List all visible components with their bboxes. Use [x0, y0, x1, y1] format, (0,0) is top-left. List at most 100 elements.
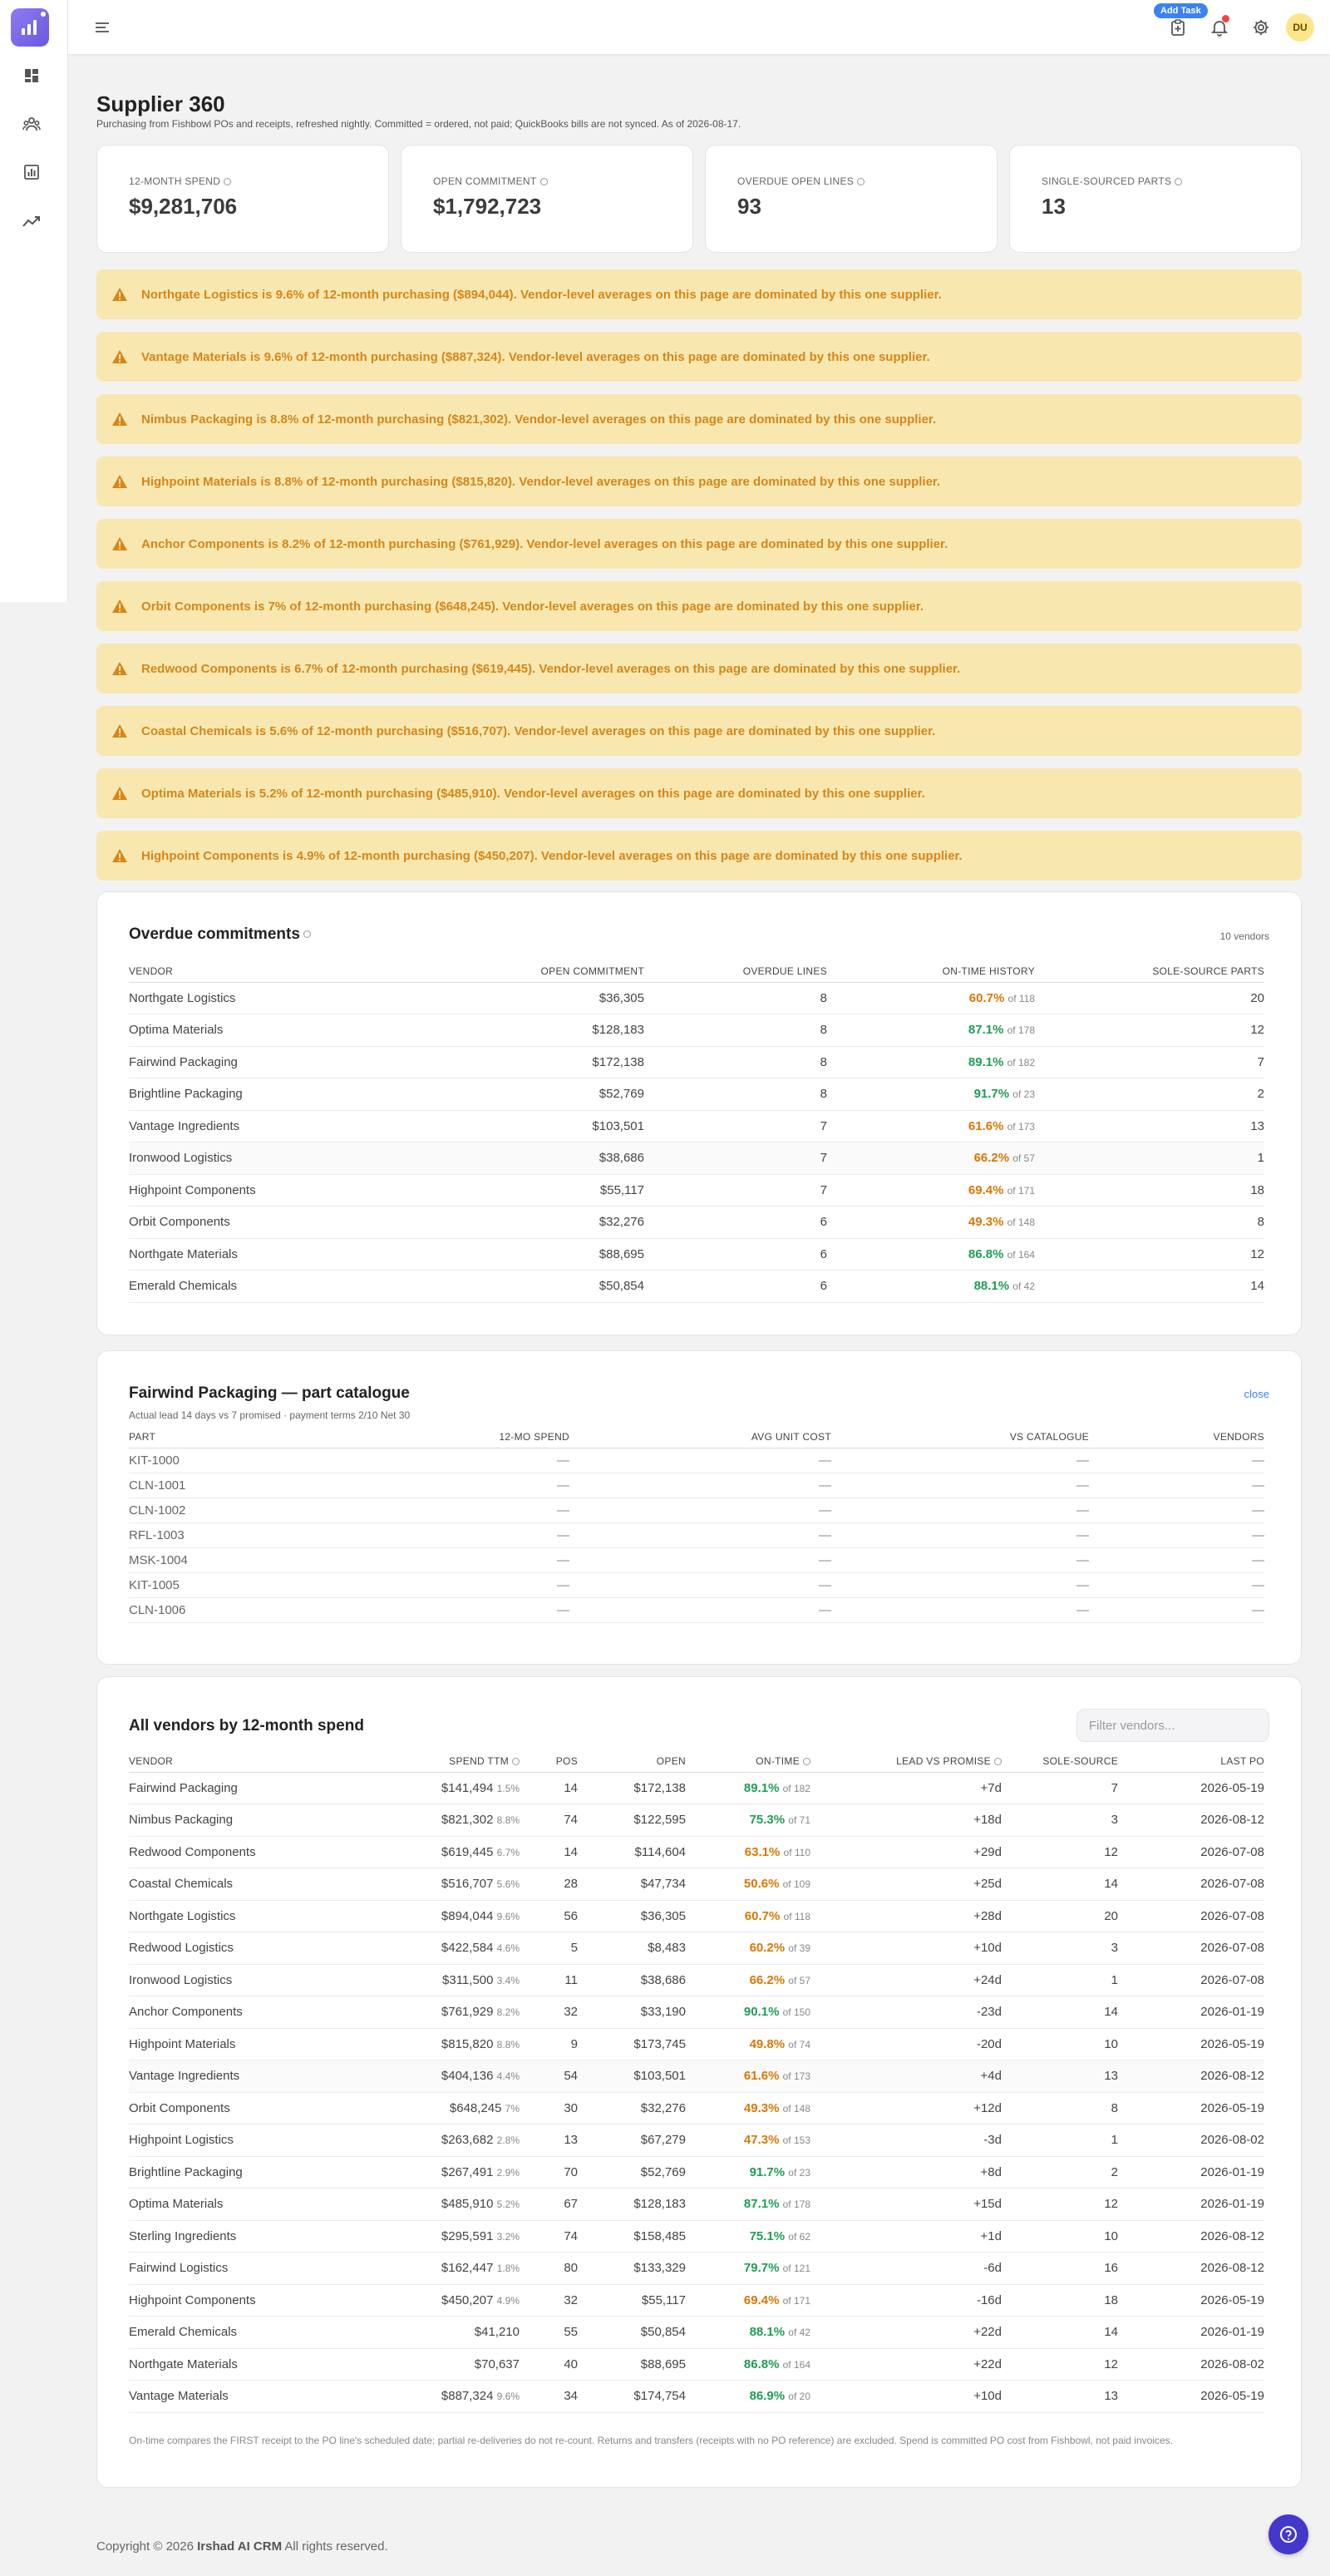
table-row[interactable]: Northgate Logistics $894,044 9.6% 56 $36,30… [129, 1900, 1264, 1932]
vendor-name[interactable]: Highpoint Components [129, 1174, 395, 1207]
dashboard-icon[interactable] [22, 66, 42, 86]
col-sole-source-parts[interactable]: SOLE-SOURCE PARTS [1035, 960, 1264, 983]
spend-ttm: $516,707 5.6% [337, 1868, 520, 1901]
vendor-name[interactable]: Optima Materials [129, 1014, 395, 1047]
vendor-name[interactable]: Orbit Components [129, 2092, 337, 2124]
table-row[interactable]: Orbit Components $32,276 6 49.3% of 148 8 [129, 1206, 1264, 1239]
sole-source: 14 [1002, 1996, 1118, 2029]
table-row[interactable]: Redwood Components $619,445 6.7% 14 $114,60… [129, 1836, 1264, 1868]
table-row[interactable]: Optima Materials $485,910 5.2% 67 $128,183 8… [129, 2188, 1264, 2221]
info-icon[interactable] [224, 178, 232, 186]
vendor-name[interactable]: Highpoint Materials [129, 2028, 337, 2060]
on-time-pct: 88.1% [973, 1279, 1010, 1294]
table-row[interactable]: Redwood Logistics $422,584 4.6% 5 $8,483 60.… [129, 1932, 1264, 1965]
vendor-name[interactable]: Fairwind Packaging [129, 1772, 337, 1804]
table-row[interactable]: Highpoint Components $55,117 7 69.4% of 171… [129, 1174, 1264, 1207]
trend-icon[interactable] [22, 211, 42, 231]
info-icon[interactable] [1175, 178, 1183, 186]
info-icon[interactable] [539, 178, 548, 186]
app-logo[interactable] [11, 8, 49, 47]
table-row[interactable]: Brightline Packaging $267,491 2.9% 70 $52,7… [129, 2156, 1264, 2189]
vendor-name[interactable]: Highpoint Logistics [129, 2124, 337, 2157]
info-icon[interactable] [512, 1757, 520, 1765]
table-row[interactable]: Vantage Ingredients $404,136 4.4% 54 $103,5… [129, 2060, 1264, 2093]
table-row[interactable]: Fairwind Packaging $141,494 1.5% 14 $172,13… [129, 1772, 1264, 1804]
vendor-name[interactable]: Northgate Materials [129, 2348, 337, 2381]
col-vendor[interactable]: VENDOR [129, 960, 395, 983]
methodology-footnote: On-time compares the FIRST receipt to th… [129, 2435, 1173, 2446]
menu-toggle-icon[interactable] [93, 18, 111, 37]
table-row[interactable]: Nimbus Packaging $821,302 8.8% 74 $122,595 7… [129, 1804, 1264, 1837]
table-row[interactable]: Northgate Materials $88,695 6 86.8% of 164 1… [129, 1238, 1264, 1271]
vendor-name[interactable]: Optima Materials [129, 2188, 337, 2221]
add-task-icon[interactable] [1167, 17, 1189, 38]
table-row[interactable]: Sterling Ingredients $295,591 3.2% 74 $158,… [129, 2220, 1264, 2253]
part-number: KIT-1005 [129, 1572, 378, 1598]
settings-gear-icon[interactable] [1250, 17, 1272, 38]
vendor-name[interactable]: Redwood Logistics [129, 1932, 337, 1965]
vendor-name[interactable]: Fairwind Packaging [129, 1046, 395, 1078]
vendor-name[interactable]: Brightline Packaging [129, 2156, 337, 2189]
table-row[interactable]: Highpoint Logistics $263,682 2.8% 13 $67,27… [129, 2124, 1264, 2157]
page-title: Supplier 360 [96, 91, 225, 116]
spend-share: 8.8% [496, 1814, 520, 1827]
table-row[interactable]: Brightline Packaging $52,769 8 91.7% of 23 2 [129, 1078, 1264, 1111]
vendor-name[interactable]: Emerald Chemicals [129, 1270, 395, 1303]
vendor-name[interactable]: Northgate Materials [129, 1238, 395, 1271]
vendor-name[interactable]: Vantage Ingredients [129, 2060, 337, 2093]
table-row[interactable]: Vantage Ingredients $103,501 7 61.6% of 173… [129, 1110, 1264, 1142]
table-row[interactable]: Ironwood Logistics $38,686 7 66.2% of 57 1 [129, 1142, 1264, 1175]
vendor-name[interactable]: Northgate Logistics [129, 1900, 337, 1932]
col-overdue-lines[interactable]: OVERDUE LINES [644, 960, 827, 983]
vendor-name[interactable]: Ironwood Logistics [129, 1142, 395, 1175]
vendor-name[interactable]: Redwood Components [129, 1836, 337, 1868]
table-row[interactable]: Ironwood Logistics $311,500 3.4% 11 $38,686… [129, 1964, 1264, 1996]
info-icon[interactable] [994, 1757, 1002, 1765]
vendor-filter-input[interactable] [1076, 1709, 1269, 1742]
vendor-name[interactable]: Brightline Packaging [129, 1078, 395, 1111]
col-sole-source[interactable]: SOLE-SOURCE [1002, 1750, 1118, 1773]
table-row[interactable]: Coastal Chemicals $516,707 5.6% 28 $47,734 5… [129, 1868, 1264, 1901]
col-last-po[interactable]: LAST PO [1118, 1750, 1264, 1773]
table-row[interactable]: Optima Materials $128,183 8 87.1% of 178 12 [129, 1014, 1264, 1047]
vendor-name[interactable]: Vantage Ingredients [129, 1110, 395, 1142]
user-avatar[interactable]: DU [1286, 13, 1314, 42]
vendor-name[interactable]: Ironwood Logistics [129, 1964, 337, 1996]
suppliers-icon[interactable] [22, 114, 42, 134]
col-on-time-history[interactable]: ON-TIME HISTORY [827, 960, 1035, 983]
vendor-name[interactable]: Anchor Components [129, 1996, 337, 2029]
table-row[interactable]: Highpoint Materials $815,820 8.8% 9 $173,74… [129, 2028, 1264, 2060]
col-pos[interactable]: POS [520, 1750, 578, 1773]
last-po-date: 2026-01-19 [1118, 1996, 1264, 2029]
table-row[interactable]: Fairwind Logistics $162,447 1.8% 80 $133,32… [129, 2252, 1264, 2285]
vendor-name[interactable]: Highpoint Components [129, 2284, 337, 2317]
info-icon[interactable] [303, 930, 311, 939]
open-value: $55,117 [578, 2284, 686, 2317]
help-button[interactable] [1268, 2514, 1308, 2554]
copyright-brand[interactable]: Irshad AI CRM [197, 2539, 282, 2554]
table-row[interactable]: Highpoint Components $450,207 4.9% 32 $55,1… [129, 2284, 1264, 2317]
vendor-name[interactable]: Fairwind Logistics [129, 2252, 337, 2285]
table-row[interactable]: Vantage Materials $887,324 9.6% 34 $174,754… [129, 2380, 1264, 2413]
info-icon[interactable] [857, 178, 865, 186]
table-row[interactable]: Anchor Components $761,929 8.2% 32 $33,190 9… [129, 1996, 1264, 2029]
table-row[interactable]: Northgate Materials $70,637 40 $88,695 86.8%… [129, 2348, 1264, 2381]
vendor-name[interactable]: Northgate Logistics [129, 982, 395, 1014]
vendor-name[interactable]: Sterling Ingredients [129, 2220, 337, 2253]
reports-icon[interactable] [22, 162, 42, 182]
col-open-commitment[interactable]: OPEN COMMITMENT [395, 960, 644, 983]
vendor-name[interactable]: Orbit Components [129, 1206, 395, 1239]
vendor-name[interactable]: Vantage Materials [129, 2380, 337, 2413]
info-icon[interactable] [803, 1757, 810, 1765]
close-catalogue-link[interactable]: close [1244, 1388, 1269, 1400]
table-row[interactable]: Emerald Chemicals $41,210 55 $50,854 88.1% o… [129, 2316, 1264, 2349]
col-open[interactable]: OPEN [578, 1750, 686, 1773]
col-vendor[interactable]: VENDOR [129, 1750, 337, 1773]
vendor-name[interactable]: Coastal Chemicals [129, 1868, 337, 1901]
table-row[interactable]: Fairwind Packaging $172,138 8 89.1% of 182 7 [129, 1046, 1264, 1078]
vendor-name[interactable]: Nimbus Packaging [129, 1804, 337, 1837]
vendor-name[interactable]: Emerald Chemicals [129, 2316, 337, 2349]
table-row[interactable]: Northgate Logistics $36,305 8 60.7% of 118 2… [129, 982, 1264, 1014]
table-row[interactable]: Orbit Components $648,245 7% 30 $32,276 49.3… [129, 2092, 1264, 2124]
table-row[interactable]: Emerald Chemicals $50,854 6 88.1% of 42 14 [129, 1270, 1264, 1303]
